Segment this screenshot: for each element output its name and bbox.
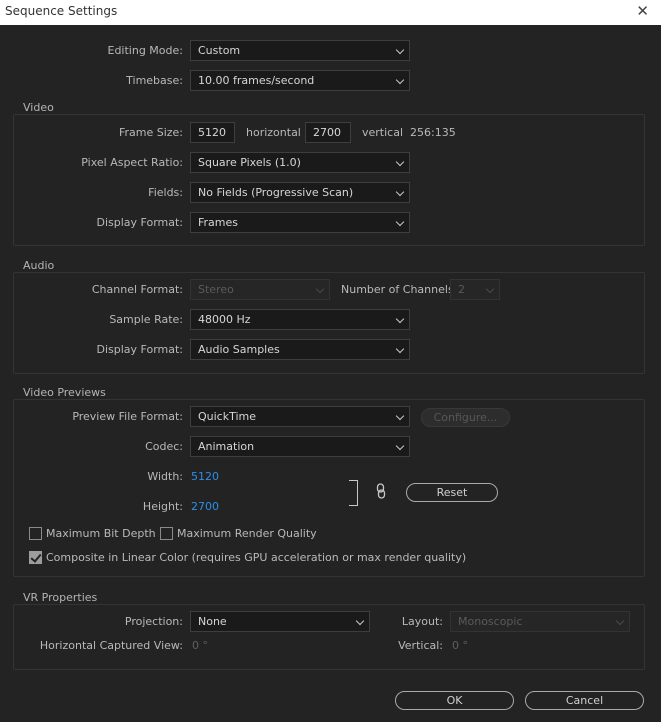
audio-display-format-value: Audio Samples <box>198 343 280 356</box>
fields-dropdown[interactable]: No Fields (Progressive Scan) <box>190 182 410 203</box>
title-bar: Sequence Settings ✕ <box>0 0 661 25</box>
horizontal-label: horizontal <box>246 126 301 139</box>
vertical-view-label: Vertical: <box>398 639 443 652</box>
horizontal-captured-view-label: Horizontal Captured View: <box>39 639 183 652</box>
layout-label: Layout: <box>401 615 443 628</box>
fields-value: No Fields (Progressive Scan) <box>198 186 354 199</box>
max-bit-depth-checkbox[interactable] <box>29 527 42 540</box>
video-display-format-dropdown[interactable]: Frames <box>190 212 410 233</box>
editing-mode-value: Custom <box>198 44 241 57</box>
reset-button[interactable]: Reset <box>406 483 498 502</box>
chevron-down-icon <box>395 187 405 197</box>
preview-height-value[interactable]: 2700 <box>191 500 219 513</box>
timebase-dropdown[interactable]: 10.00 frames/second <box>190 70 410 91</box>
projection-label: Projection: <box>124 615 183 628</box>
channel-format-label: Channel Format: <box>91 283 183 296</box>
max-render-quality-label: Maximum Render Quality <box>177 527 317 540</box>
linear-color-label: Composite in Linear Color (requires GPU … <box>46 551 467 564</box>
editing-mode-label: Editing Mode: <box>107 44 184 57</box>
pixel-aspect-label: Pixel Aspect Ratio: <box>81 156 183 169</box>
audio-display-format-dropdown[interactable]: Audio Samples <box>190 339 410 360</box>
chevron-down-icon <box>395 344 405 354</box>
vertical-view-value: 0 ° <box>452 639 468 652</box>
projection-value: None <box>198 615 227 628</box>
frame-width-input[interactable]: 5120 <box>190 122 235 143</box>
fields-label: Fields: <box>148 186 183 199</box>
chevron-down-icon <box>355 616 365 626</box>
chevron-down-icon <box>395 411 405 421</box>
chevron-down-icon <box>395 157 405 167</box>
preview-height-label: Height: <box>142 500 183 513</box>
chevron-down-icon <box>485 284 495 294</box>
num-channels-value: 2 <box>458 283 465 296</box>
chevron-down-icon <box>315 284 325 294</box>
timebase-value: 10.00 frames/second <box>198 74 315 87</box>
projection-dropdown[interactable]: None <box>190 611 370 632</box>
video-group-title: Video <box>21 101 56 114</box>
editing-mode-dropdown[interactable]: Custom <box>190 40 410 61</box>
chevron-down-icon <box>395 45 405 55</box>
audio-display-format-label: Display Format: <box>96 343 183 356</box>
sample-rate-dropdown[interactable]: 48000 Hz <box>190 309 410 330</box>
channel-format-value: Stereo <box>198 283 234 296</box>
video-display-format-value: Frames <box>198 216 239 229</box>
audio-group-title: Audio <box>21 259 57 272</box>
frame-height-input[interactable]: 2700 <box>305 122 351 143</box>
pixel-aspect-value: Square Pixels (1.0) <box>198 156 301 169</box>
channel-format-dropdown: Stereo <box>190 279 330 300</box>
configure-button: Configure... <box>421 408 510 427</box>
layout-value: Monoscopic <box>458 615 523 628</box>
preview-width-value[interactable]: 5120 <box>191 470 219 483</box>
preview-file-format-label: Preview File Format: <box>72 410 183 423</box>
chevron-down-icon <box>615 616 625 626</box>
link-bracket <box>349 480 358 506</box>
close-icon[interactable]: ✕ <box>636 2 649 20</box>
codec-value: Animation <box>198 440 255 453</box>
sample-rate-label: Sample Rate: <box>109 313 183 326</box>
linear-color-checkbox[interactable] <box>29 551 42 564</box>
num-channels-label: Number of Channels: <box>341 283 458 296</box>
preview-file-format-dropdown[interactable]: QuickTime <box>190 406 410 427</box>
vr-properties-group-title: VR Properties <box>21 591 100 604</box>
chain-link-icon[interactable] <box>376 483 386 499</box>
chevron-down-icon <box>395 75 405 85</box>
pixel-aspect-dropdown[interactable]: Square Pixels (1.0) <box>190 152 410 173</box>
video-display-format-label: Display Format: <box>96 216 183 229</box>
codec-label: Codec: <box>145 440 183 453</box>
window-title: Sequence Settings <box>5 4 118 18</box>
chevron-down-icon <box>395 441 405 451</box>
max-bit-depth-label: Maximum Bit Depth <box>46 527 156 540</box>
preview-file-format-value: QuickTime <box>198 410 257 423</box>
max-render-quality-checkbox[interactable] <box>160 527 173 540</box>
video-previews-group-title: Video Previews <box>21 386 108 399</box>
sample-rate-value: 48000 Hz <box>198 313 251 326</box>
layout-dropdown: Monoscopic <box>450 611 630 632</box>
chevron-down-icon <box>395 314 405 324</box>
horizontal-captured-view-value: 0 ° <box>192 639 208 652</box>
preview-width-label: Width: <box>147 470 183 483</box>
ok-button[interactable]: OK <box>395 691 514 710</box>
vertical-label: vertical <box>362 126 404 139</box>
aspect-ratio-value: 256:135 <box>410 126 456 139</box>
cancel-button[interactable]: Cancel <box>525 691 644 710</box>
timebase-label: Timebase: <box>126 74 183 87</box>
frame-size-label: Frame Size: <box>118 126 183 139</box>
codec-dropdown[interactable]: Animation <box>190 436 410 457</box>
chevron-down-icon <box>395 217 405 227</box>
num-channels-dropdown: 2 <box>450 279 500 300</box>
